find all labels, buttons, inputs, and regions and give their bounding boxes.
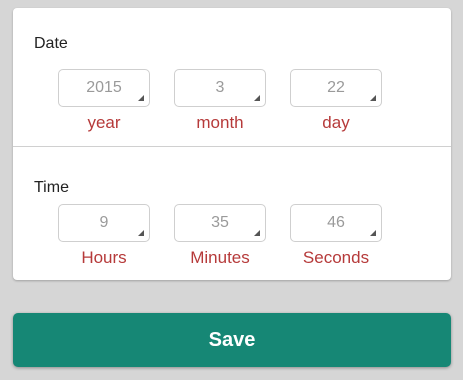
time-section: Time 9 Hours 35 Minutes 46 Seconds bbox=[13, 146, 451, 280]
year-label: year bbox=[87, 113, 121, 132]
hours-label: Hours bbox=[81, 248, 127, 267]
day-value: 22 bbox=[327, 79, 345, 96]
dropdown-corner-icon bbox=[254, 95, 260, 101]
minutes-field: 35 Minutes bbox=[172, 204, 268, 268]
time-section-title: Time bbox=[34, 179, 69, 196]
year-spinner[interactable]: 2015 bbox=[58, 69, 150, 107]
date-section-title: Date bbox=[34, 35, 68, 52]
seconds-value: 46 bbox=[327, 214, 345, 231]
month-spinner[interactable]: 3 bbox=[174, 69, 266, 107]
dropdown-corner-icon bbox=[370, 95, 376, 101]
dropdown-corner-icon bbox=[138, 95, 144, 101]
hours-value: 9 bbox=[99, 214, 109, 231]
date-section: Date 2015 year 3 month 22 day bbox=[13, 8, 451, 146]
dropdown-corner-icon bbox=[254, 230, 260, 236]
day-field: 22 day bbox=[288, 69, 384, 133]
seconds-spinner[interactable]: 46 bbox=[290, 204, 382, 242]
dropdown-corner-icon bbox=[138, 230, 144, 236]
minutes-spinner[interactable]: 35 bbox=[174, 204, 266, 242]
datetime-card: Date 2015 year 3 month 22 day Time 9 Hou… bbox=[13, 8, 451, 280]
hours-spinner[interactable]: 9 bbox=[58, 204, 150, 242]
seconds-field: 46 Seconds bbox=[288, 204, 384, 268]
month-field: 3 month bbox=[172, 69, 268, 133]
day-spinner[interactable]: 22 bbox=[290, 69, 382, 107]
year-field: 2015 year bbox=[56, 69, 152, 133]
month-label: month bbox=[196, 113, 244, 132]
hours-field: 9 Hours bbox=[56, 204, 152, 268]
day-label: day bbox=[322, 113, 350, 132]
save-button[interactable]: Save bbox=[13, 313, 451, 367]
minutes-label: Minutes bbox=[190, 248, 250, 267]
month-value: 3 bbox=[215, 79, 225, 96]
minutes-value: 35 bbox=[211, 214, 229, 231]
dropdown-corner-icon bbox=[370, 230, 376, 236]
year-value: 2015 bbox=[86, 79, 122, 96]
datetime-picker-screen: Date 2015 year 3 month 22 day Time 9 Hou… bbox=[0, 0, 463, 380]
seconds-label: Seconds bbox=[302, 248, 370, 267]
